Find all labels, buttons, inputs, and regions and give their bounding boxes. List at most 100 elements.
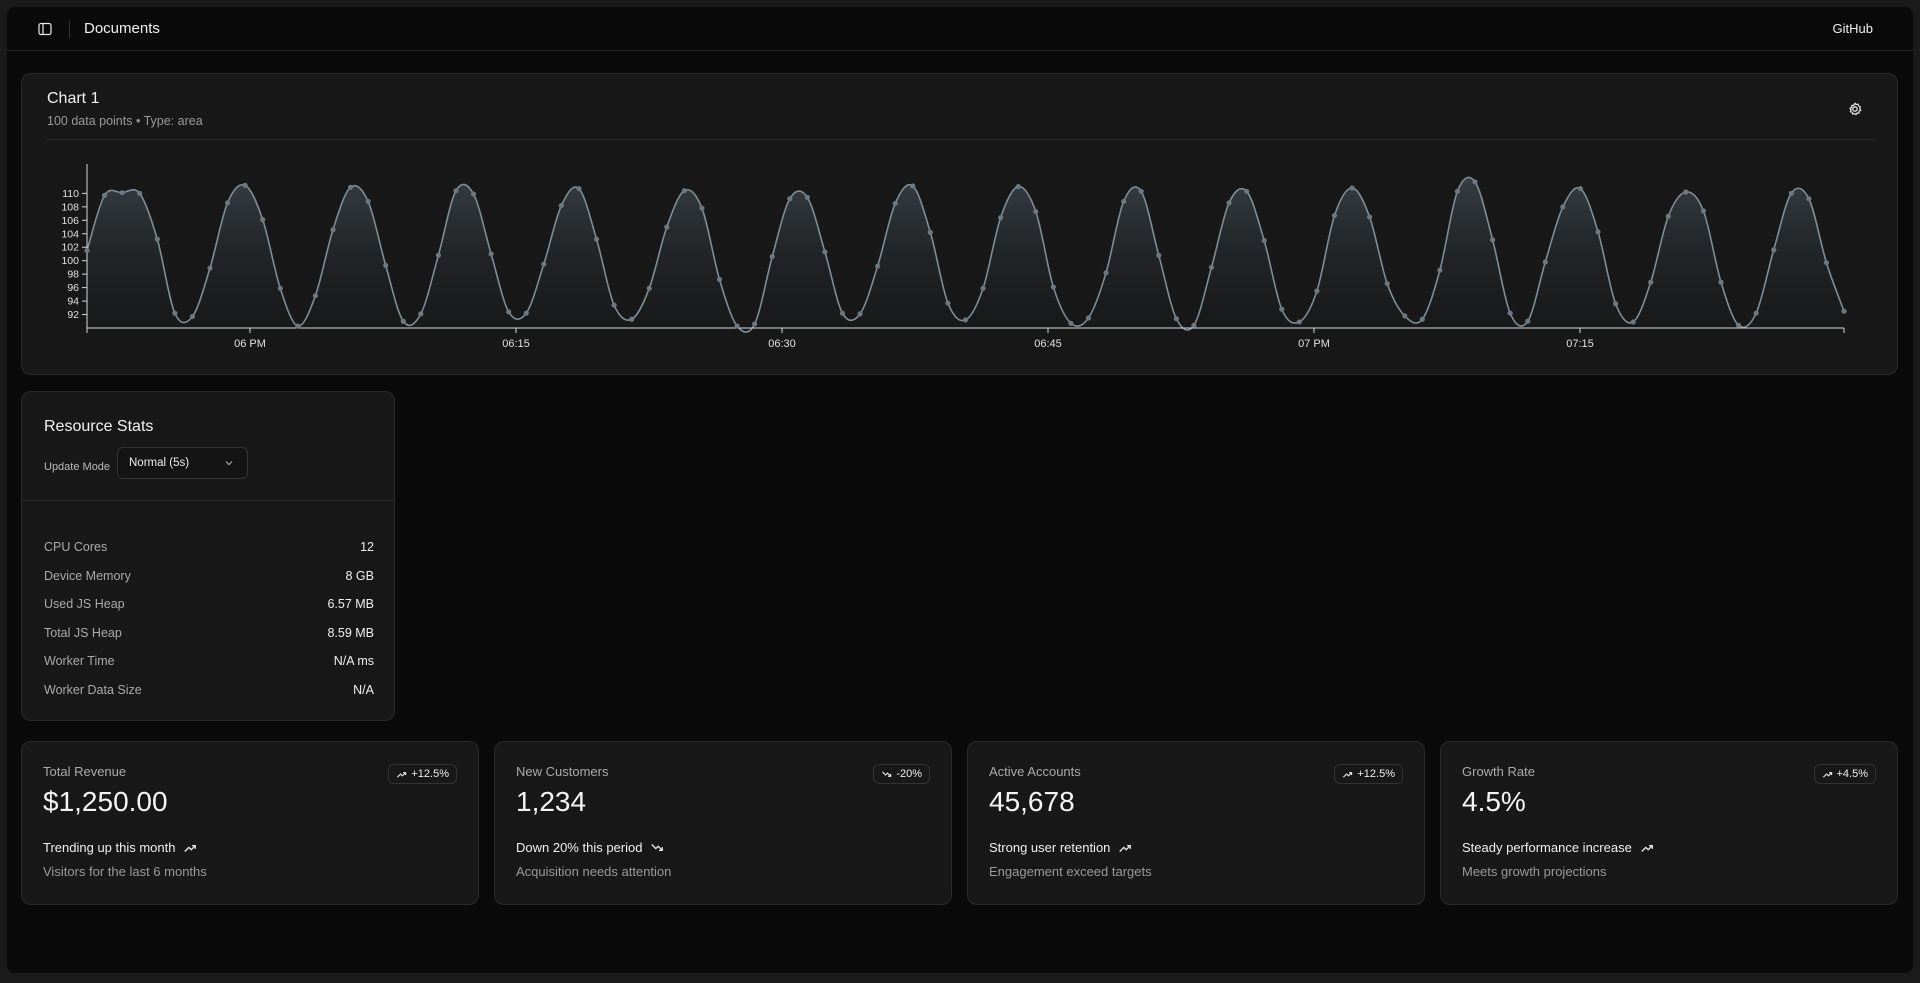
data-point <box>1648 279 1654 285</box>
github-link[interactable]: GitHub <box>1833 21 1873 36</box>
data-point <box>1173 315 1179 322</box>
data-point <box>383 262 389 268</box>
metric-trend: Steady performance increase <box>1462 840 1654 855</box>
y-tick-label: 100 <box>61 255 79 267</box>
metric-note: Visitors for the last 6 months <box>43 864 207 879</box>
trending-up-icon <box>397 771 407 778</box>
data-point <box>681 188 687 194</box>
data-point <box>716 276 723 283</box>
data-point <box>611 302 617 308</box>
data-point <box>119 190 125 196</box>
data-point <box>1279 306 1285 312</box>
data-point <box>945 300 951 306</box>
y-tick-label: 102 <box>61 242 79 254</box>
data-point <box>224 200 231 206</box>
metric-value: 45,678 <box>989 786 1075 817</box>
metric-trend-text: Strong user retention <box>989 840 1111 855</box>
stat-row-total-js-heap: Total JS Heap 8.59 MB <box>44 626 374 644</box>
data-point <box>1138 188 1144 194</box>
metric-value: 4.5% <box>1462 786 1526 817</box>
stat-label: CPU Cores <box>44 540 108 554</box>
data-point <box>277 285 283 291</box>
trending-up-icon <box>184 844 197 852</box>
y-tick-label: 104 <box>61 228 79 240</box>
y-tick-label: 92 <box>67 309 79 321</box>
x-tick-label: 07:15 <box>1566 338 1594 350</box>
stat-value: N/A <box>353 683 374 697</box>
data-point <box>998 215 1004 221</box>
data-point <box>330 227 336 233</box>
x-tick-label: 06:30 <box>768 338 796 350</box>
data-point <box>488 251 494 257</box>
x-tick-label: 06:15 <box>502 338 530 350</box>
resource-stats-title: Resource Stats <box>44 418 154 435</box>
data-point <box>1612 301 1619 307</box>
metric-badge-text: +12.5% <box>1357 768 1395 780</box>
data-point <box>787 196 793 202</box>
data-point <box>910 183 916 189</box>
data-point <box>927 229 933 236</box>
data-point <box>365 198 371 205</box>
data-point <box>1437 267 1443 273</box>
data-point <box>1490 237 1496 243</box>
sidebar-toggle-icon[interactable] <box>37 21 53 37</box>
data-point <box>1806 196 1812 202</box>
stat-row-used-js-heap: Used JS Heap 6.57 MB <box>44 597 374 615</box>
chevron-down-icon <box>225 461 233 466</box>
metric-note: Meets growth projections <box>1462 864 1607 879</box>
data-point <box>435 252 441 258</box>
data-point <box>1823 260 1830 266</box>
data-point <box>1472 179 1478 185</box>
metric-badge: +12.5% <box>1334 764 1403 784</box>
metric-trend: Trending up this month <box>43 840 197 855</box>
data-point <box>1068 320 1074 326</box>
data-point <box>453 188 459 194</box>
data-point <box>84 247 90 254</box>
data-point <box>470 191 477 197</box>
update-mode-label: Update Mode <box>44 461 111 473</box>
y-tick-label: 94 <box>67 296 79 308</box>
metric-trend: Strong user retention <box>989 840 1132 855</box>
data-point <box>1665 213 1671 219</box>
top-bar: Documents GitHub <box>7 7 1913 51</box>
metric-label: Active Accounts <box>989 764 1081 779</box>
data-point <box>207 265 213 271</box>
data-point <box>980 285 986 291</box>
stat-label: Used JS Heap <box>44 597 125 611</box>
data-point <box>576 186 582 192</box>
data-point <box>804 194 810 201</box>
data-point <box>1296 319 1302 325</box>
data-point <box>629 316 635 322</box>
stat-label: Worker Data Size <box>44 683 142 697</box>
data-point <box>523 310 529 316</box>
data-point <box>295 323 301 329</box>
stat-label: Device Memory <box>44 569 131 583</box>
metric-trend-text: Down 20% this period <box>516 840 643 855</box>
stats-divider <box>22 500 394 501</box>
metric-trend-text: Trending up this month <box>43 840 176 855</box>
data-point <box>418 311 424 317</box>
data-point <box>1507 310 1513 316</box>
y-tick-label: 96 <box>67 282 79 294</box>
metric-badge: +4.5% <box>1813 764 1876 784</box>
metric-card-new-customers: New Customers 1,234 -20% Down 20% this p… <box>494 741 952 905</box>
data-point <box>1191 322 1197 328</box>
data-point <box>593 236 600 242</box>
x-tick-label: 06:45 <box>1034 338 1062 350</box>
page-title: Documents <box>84 20 160 37</box>
metric-card-active-accounts: Active Accounts 45,678 +12.5% Strong use… <box>967 741 1425 905</box>
chart-area-layer <box>86 176 1845 333</box>
metric-note: Acquisition needs attention <box>516 864 672 879</box>
metric-note: Engagement exceed targets <box>989 864 1152 879</box>
data-point <box>1735 322 1742 328</box>
update-mode-select[interactable]: Normal (5s) <box>117 447 248 479</box>
data-point <box>962 317 969 323</box>
y-tick-label: 106 <box>61 215 79 227</box>
data-point <box>752 321 758 327</box>
stat-label: Worker Time <box>44 654 115 668</box>
metric-trend-text: Steady performance increase <box>1462 840 1632 855</box>
data-point <box>1050 284 1056 290</box>
data-point <box>1753 310 1759 316</box>
metric-badge: -20% <box>873 764 930 784</box>
data-point <box>172 310 178 316</box>
